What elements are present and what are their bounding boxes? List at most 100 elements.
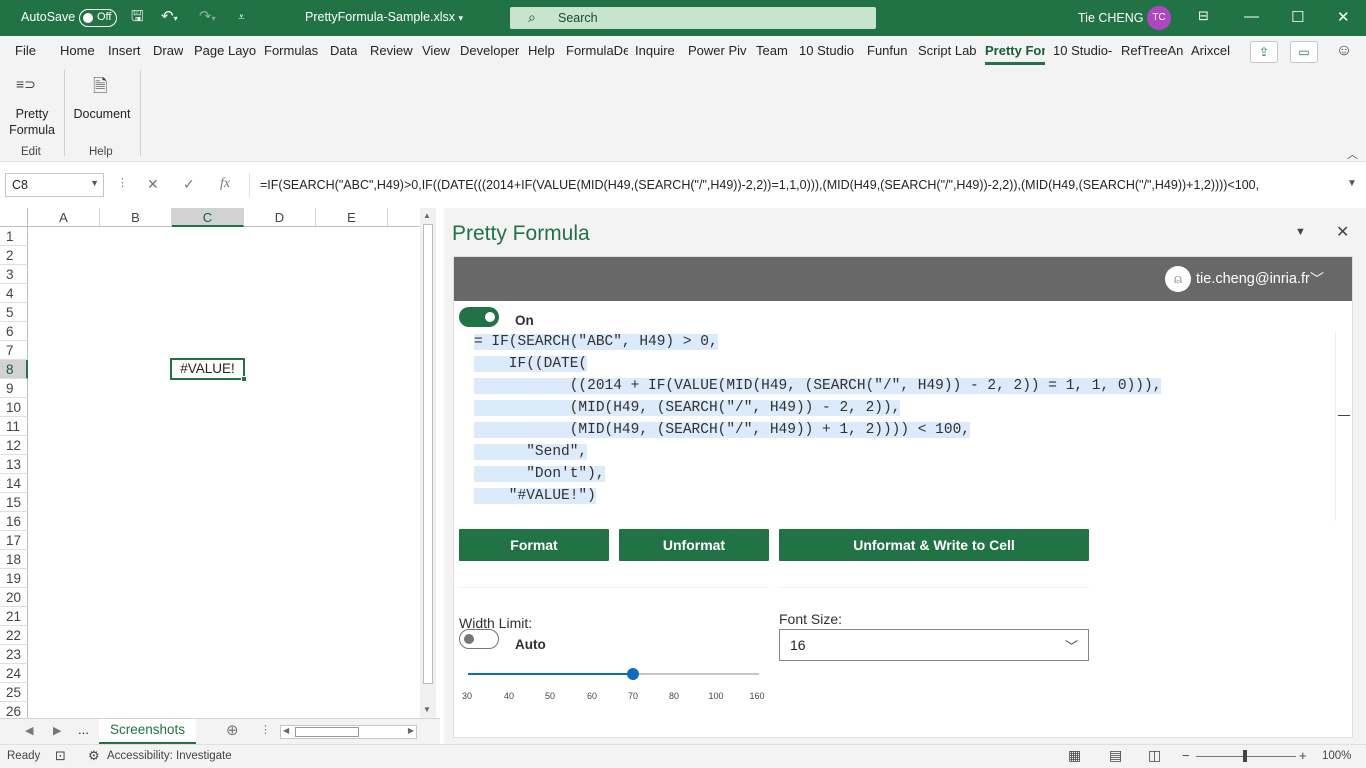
width-slider-thumb[interactable] — [627, 668, 639, 680]
save-icon[interactable]: 🖫 — [131, 8, 144, 26]
row-header[interactable]: 21 — [0, 607, 28, 626]
page-break-view-icon[interactable]: ◫ — [1148, 747, 1161, 764]
unformat-button[interactable]: Unformat — [619, 529, 769, 561]
tab-help[interactable]: Help — [528, 43, 555, 58]
tab-10-studio-2[interactable]: 10 Studio- — [1053, 43, 1114, 58]
row-header[interactable]: 4 — [0, 284, 28, 303]
column-header[interactable]: E — [316, 208, 388, 227]
tab-10-studio[interactable]: 10 Studio — [799, 43, 854, 58]
formula-input[interactable]: =IF(SEARCH("ABC",H49)>0,IF((DATE(((2014+… — [249, 173, 1339, 197]
row-header[interactable]: 16 — [0, 512, 28, 531]
redo-icon[interactable]: ↷▾ — [199, 8, 216, 28]
autosave-toggle[interactable]: Off — [79, 9, 117, 27]
zoom-thumb[interactable] — [1243, 750, 1247, 762]
name-box[interactable]: C8 ▼ — [5, 173, 104, 197]
row-header[interactable]: 1 — [0, 227, 28, 246]
chevron-down-icon[interactable]: ▼ — [1295, 226, 1306, 238]
row-header[interactable]: 19 — [0, 569, 28, 588]
macro-record-icon[interactable]: ⊡ — [55, 748, 66, 764]
horizontal-scrollbar[interactable]: ◀ ▶ — [280, 725, 417, 739]
close-icon[interactable]: ✕ — [1337, 8, 1350, 26]
scroll-thumb[interactable] — [295, 727, 359, 737]
column-header-selected[interactable]: C — [172, 208, 244, 227]
tab-arixcel[interactable]: Arixcel — [1191, 43, 1230, 58]
user-icon[interactable]: ⍝ — [1165, 266, 1191, 292]
tab-insert[interactable]: Insert — [108, 43, 141, 58]
comments-icon[interactable]: ▭ — [1290, 41, 1318, 63]
collapse-ribbon-icon[interactable]: ︿ — [1347, 146, 1358, 162]
row-header[interactable]: 25 — [0, 683, 28, 702]
row-header[interactable]: 5 — [0, 303, 28, 322]
tab-home[interactable]: Home — [60, 43, 95, 58]
undo-icon[interactable]: ↶▾ — [161, 8, 178, 28]
tab-funfun[interactable]: Funfun — [867, 43, 907, 58]
editor-scrollbar[interactable] — [1335, 331, 1351, 521]
scroll-thumb[interactable] — [423, 224, 433, 684]
tab-view[interactable]: View — [422, 43, 450, 58]
search-box[interactable]: ⌕ Search — [510, 7, 876, 29]
zoom-level[interactable]: 100% — [1322, 750, 1351, 762]
share-icon[interactable]: ⇪ — [1250, 41, 1278, 63]
fill-handle[interactable] — [241, 376, 247, 382]
row-header[interactable]: 14 — [0, 474, 28, 493]
sheet-tab-screenshots[interactable]: Screenshots — [99, 719, 196, 744]
format-button[interactable]: Format — [459, 529, 609, 561]
row-header[interactable]: 24 — [0, 664, 28, 683]
tab-review[interactable]: Review — [370, 43, 413, 58]
document-button[interactable]: Document — [68, 106, 136, 122]
maximize-icon[interactable]: ☐ — [1291, 8, 1304, 26]
selected-cell[interactable]: #VALUE! — [170, 358, 247, 382]
row-header[interactable]: 11 — [0, 417, 28, 436]
tab-formulade[interactable]: FormulaDe — [566, 43, 628, 58]
vertical-scrollbar[interactable]: ▲ ▼ — [420, 208, 436, 718]
accessibility-status[interactable]: Accessibility: Investigate — [107, 750, 232, 762]
tab-team[interactable]: Team — [756, 43, 788, 58]
row-header-selected[interactable]: 8 — [0, 360, 28, 379]
row-header[interactable]: 7 — [0, 341, 28, 360]
row-header[interactable]: 10 — [0, 398, 28, 417]
row-header[interactable]: 15 — [0, 493, 28, 512]
scroll-up-icon[interactable]: ▲ — [423, 211, 431, 220]
tab-script-lab[interactable]: Script Lab — [918, 43, 977, 58]
tab-reftreean[interactable]: RefTreeAn — [1121, 43, 1183, 58]
tab-page-layout[interactable]: Page Layo — [194, 43, 256, 58]
sheet-overflow[interactable]: ... — [78, 722, 89, 737]
row-header[interactable]: 23 — [0, 645, 28, 664]
tab-developer[interactable]: Developer — [460, 43, 519, 58]
scroll-left-icon[interactable]: ◀ — [283, 726, 289, 735]
avatar[interactable]: TC — [1147, 6, 1171, 30]
next-sheet-icon[interactable]: ▶ — [53, 724, 61, 737]
zoom-in-icon[interactable]: + — [1299, 748, 1307, 763]
tab-data[interactable]: Data — [330, 43, 357, 58]
scroll-right-icon[interactable]: ▶ — [408, 726, 414, 735]
select-all-corner[interactable] — [0, 208, 28, 227]
chevron-down-icon[interactable]: ﹀ — [1310, 269, 1324, 289]
row-header[interactable]: 22 — [0, 626, 28, 645]
row-header[interactable]: 6 — [0, 322, 28, 341]
enter-icon[interactable]: ✓ — [183, 176, 195, 193]
column-header[interactable]: B — [100, 208, 172, 227]
normal-view-icon[interactable]: ▦ — [1068, 747, 1081, 764]
on-toggle[interactable] — [459, 307, 499, 327]
column-header[interactable]: A — [28, 208, 100, 227]
row-header[interactable]: 3 — [0, 265, 28, 284]
row-header[interactable]: 12 — [0, 436, 28, 455]
minimize-icon[interactable]: — — [1244, 8, 1259, 25]
width-auto-toggle[interactable] — [459, 629, 499, 649]
column-header[interactable]: D — [244, 208, 316, 227]
row-header[interactable]: 17 — [0, 531, 28, 550]
insert-function-icon[interactable]: fx — [220, 176, 230, 192]
tab-draw[interactable]: Draw — [153, 43, 183, 58]
tab-inquire[interactable]: Inquire — [635, 43, 675, 58]
close-pane-icon[interactable]: ✕ — [1336, 222, 1349, 242]
tab-formulas[interactable]: Formulas — [264, 43, 318, 58]
row-header[interactable]: 2 — [0, 246, 28, 265]
row-header[interactable]: 13 — [0, 455, 28, 474]
page-layout-view-icon[interactable]: ▤ — [1109, 747, 1122, 764]
expand-formula-icon[interactable]: ▼ — [1347, 178, 1357, 189]
customize-qat-icon[interactable]: ⩡ — [238, 8, 245, 26]
row-header[interactable]: 26 — [0, 702, 28, 718]
tab-pretty-formula[interactable]: Pretty For — [985, 43, 1045, 58]
row-header[interactable]: 20 — [0, 588, 28, 607]
ribbon-display-icon[interactable]: ⊟ — [1198, 8, 1209, 24]
